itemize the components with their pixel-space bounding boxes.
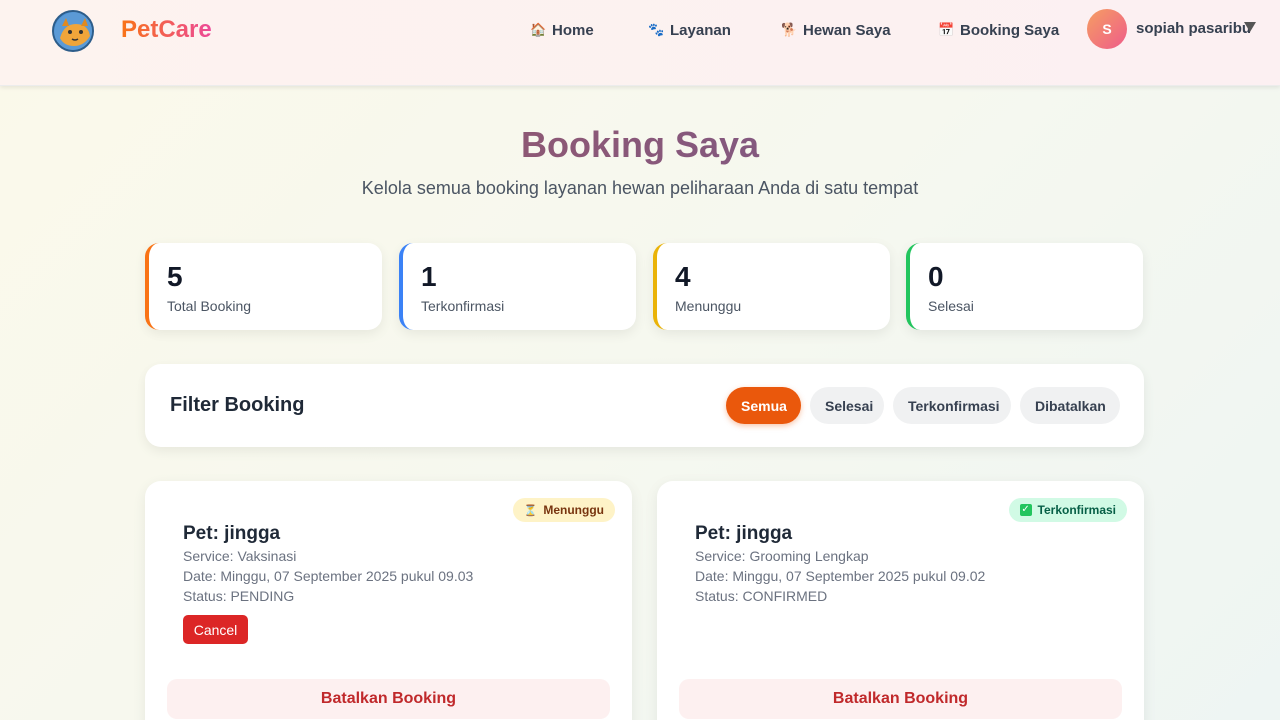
- filter-title: Filter Booking: [170, 394, 305, 416]
- page-title: Booking Saya: [0, 124, 1280, 166]
- hourglass-icon: ⏳: [523, 504, 538, 517]
- stat-label: Menunggu: [675, 298, 742, 314]
- stat-value: 4: [675, 261, 691, 292]
- house-icon: 🏠: [530, 22, 547, 37]
- status-badge-label: Menunggu: [543, 503, 604, 517]
- batalkan-booking-button[interactable]: Batalkan Booking: [167, 679, 610, 719]
- nav-item-label: Hewan Saya: [803, 21, 891, 39]
- status-badge: ✓ Terkonfirmasi: [1008, 498, 1127, 522]
- avatar[interactable]: S: [1087, 9, 1127, 49]
- filter-selesai-button[interactable]: Selesai: [810, 387, 884, 424]
- filter-dibatalkan-button[interactable]: Dibatalkan: [1020, 387, 1120, 424]
- batalkan-booking-button[interactable]: Batalkan Booking: [679, 679, 1122, 719]
- nav-item-home[interactable]: 🏠 Home: [530, 20, 594, 40]
- calendar-icon: 📅: [938, 22, 955, 37]
- nav-item-booking-saya[interactable]: 📅 Booking Saya: [938, 20, 1059, 40]
- stat-value: 0: [928, 261, 944, 292]
- pet-icon: 🐕: [781, 22, 798, 37]
- status-badge-label: Terkonfirmasi: [1037, 503, 1116, 517]
- nav-item-label: Home: [552, 21, 594, 39]
- nav-item-label: Booking Saya: [960, 21, 1060, 39]
- pet-name: Pet: jingga: [695, 523, 793, 544]
- service-text: Service: Vaksinasi: [183, 548, 297, 564]
- date-text: Date: Minggu, 07 September 2025 pukul 09…: [695, 568, 986, 584]
- logo-icon[interactable]: [52, 10, 94, 52]
- filter-panel: Filter Booking Semua Selesai Terkonfirma…: [145, 364, 1144, 447]
- stat-value: 1: [421, 261, 437, 292]
- brand-name[interactable]: PetCare: [121, 16, 212, 44]
- nav-item-label: Layanan: [670, 21, 731, 39]
- stat-card-done: 0 Selesai: [906, 243, 1143, 330]
- paw-icon: 🐾: [648, 22, 665, 37]
- cancel-button[interactable]: Cancel: [183, 615, 248, 644]
- stat-label: Terkonfirmasi: [421, 298, 505, 314]
- stat-label: Total Booking: [167, 298, 252, 314]
- stat-card-total: 5 Total Booking: [145, 243, 382, 330]
- chevron-down-icon[interactable]: [1244, 22, 1256, 32]
- check-icon: ✓: [1019, 504, 1032, 516]
- status-text: Status: CONFIRMED: [695, 588, 828, 604]
- date-text: Date: Minggu, 07 September 2025 pukul 09…: [183, 568, 474, 584]
- booking-card: ✓ Terkonfirmasi Pet: jingga Service: Gro…: [657, 481, 1144, 720]
- page-subtitle: Kelola semua booking layanan hewan pelih…: [361, 178, 919, 198]
- navbar: PetCare 🏠 Home 🐾 Layanan 🐕 Hewan Saya 📅 …: [0, 0, 1280, 86]
- filter-semua-button[interactable]: Semua: [726, 387, 801, 424]
- service-text: Service: Grooming Lengkap: [695, 548, 869, 564]
- nav-item-hewan-saya[interactable]: 🐕 Hewan Saya: [781, 20, 891, 40]
- status-badge: ⏳ Menunggu: [512, 498, 615, 522]
- stat-card-confirmed: 1 Terkonfirmasi: [399, 243, 636, 330]
- user-name[interactable]: sopiah pasaribu: [1136, 20, 1251, 37]
- booking-card: ⏳ Menunggu Pet: jingga Service: Vaksinas…: [145, 481, 632, 720]
- stat-label: Selesai: [928, 298, 974, 314]
- filter-terkonfirmasi-button[interactable]: Terkonfirmasi: [893, 387, 1011, 424]
- stat-card-pending: 4 Menunggu: [653, 243, 890, 330]
- status-text: Status: PENDING: [183, 588, 295, 604]
- pet-name: Pet: jingga: [183, 523, 281, 544]
- stat-value: 5: [167, 261, 183, 292]
- nav-item-layanan[interactable]: 🐾 Layanan: [648, 20, 731, 40]
